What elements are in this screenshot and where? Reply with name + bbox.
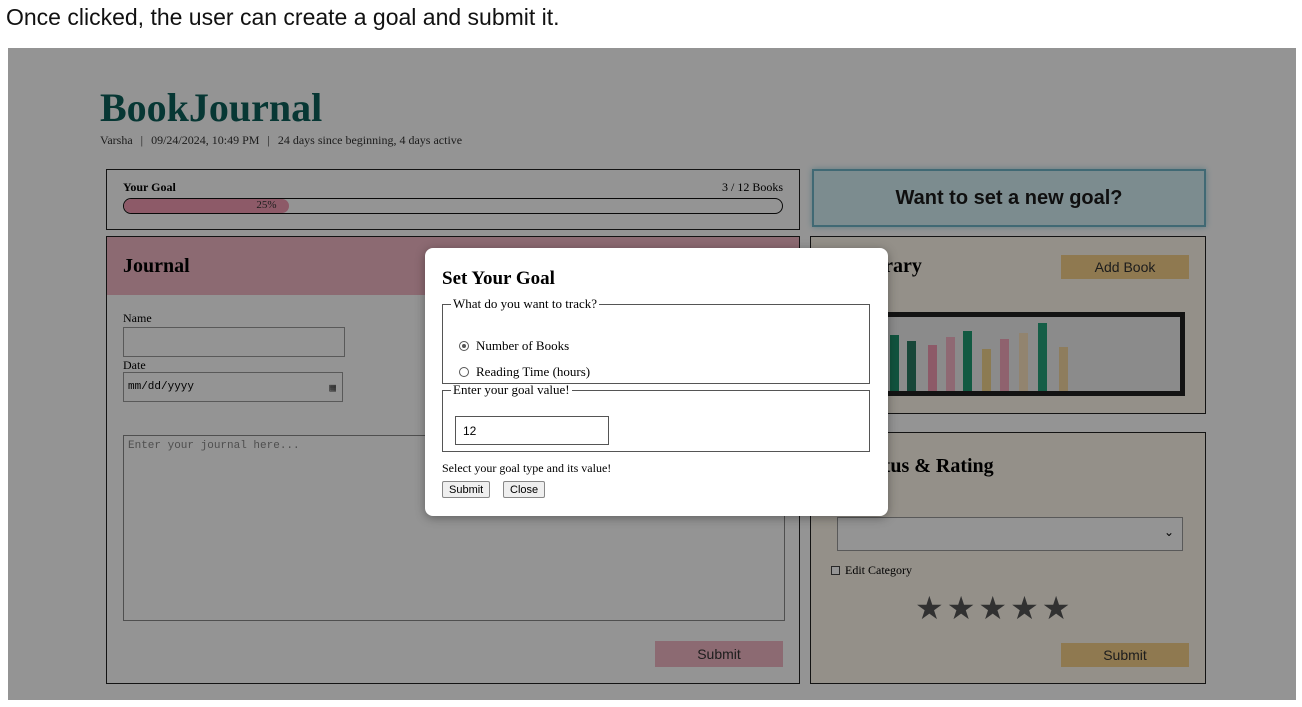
goal-value-input[interactable]: 12 — [455, 416, 609, 445]
value-legend: Enter your goal value! — [453, 382, 570, 397]
radio-button-checked[interactable] — [459, 341, 469, 351]
set-goal-modal: Set Your Goal What do you want to track?… — [425, 248, 888, 516]
modal-submit-button[interactable]: Submit — [442, 481, 491, 498]
radio-reading-time[interactable]: Reading Time (hours) — [459, 364, 590, 380]
radio-button[interactable] — [459, 367, 469, 377]
modal-close-button[interactable]: Close — [503, 481, 546, 498]
goal-value-group: Enter your goal value! 12 — [442, 382, 870, 452]
modal-title: Set Your Goal — [442, 268, 555, 289]
radio-label: Number of Books — [476, 338, 570, 353]
track-legend: What do you want to track? — [453, 296, 598, 311]
radio-number-of-books[interactable]: Number of Books — [459, 338, 569, 354]
caption-text: Once clicked, the user can create a goal… — [6, 4, 560, 30]
modal-hint: Select your goal type and its value! — [442, 461, 612, 475]
radio-label: Reading Time (hours) — [476, 364, 591, 379]
track-type-group: What do you want to track? Number of Boo… — [442, 296, 870, 384]
app-window: BookJournal Varsha | 09/24/2024, 10:49 PM |… — [8, 48, 1296, 700]
